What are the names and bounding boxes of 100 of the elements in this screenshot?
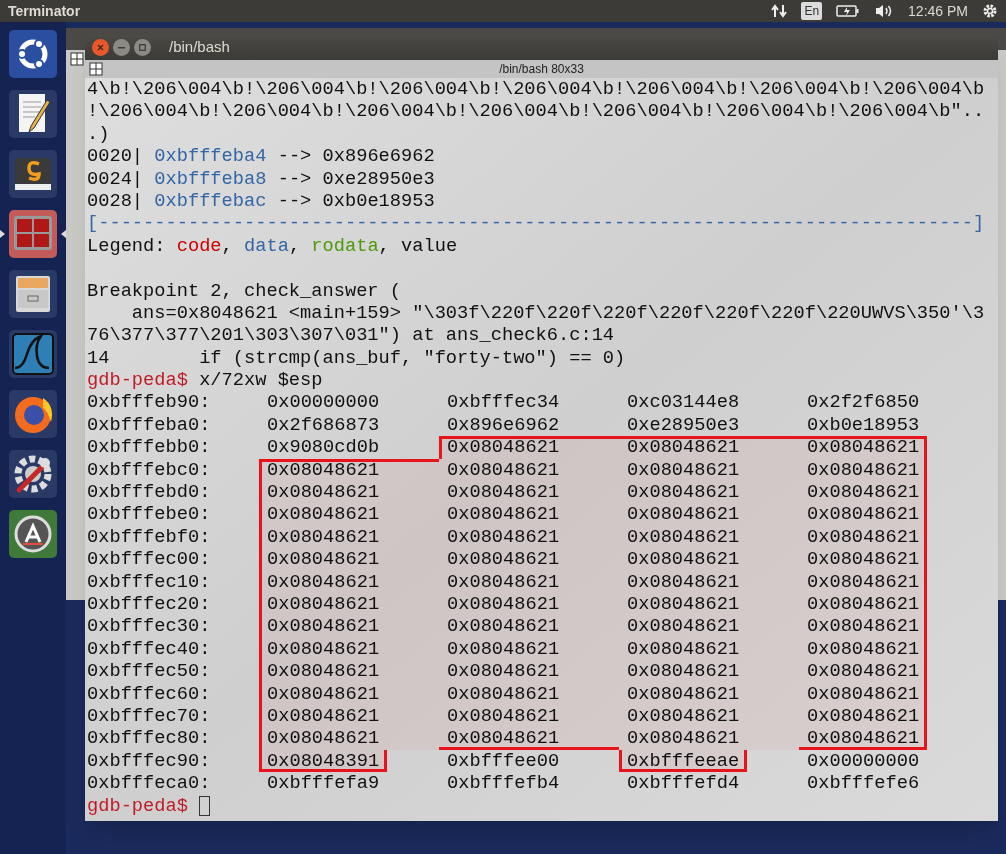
memory-value: 0x08048621: [807, 660, 920, 683]
memory-value: 0x08048621: [807, 548, 920, 571]
text-editor-icon[interactable]: [7, 88, 59, 140]
close-icon: [97, 44, 104, 51]
memory-value: 0x9080cd0b: [267, 436, 380, 459]
memory-value: 0x08048621: [267, 503, 380, 526]
memory-value: 0x08048621: [627, 525, 740, 548]
memory-address: 0xbfffeba0:: [87, 413, 212, 437]
clock[interactable]: 12:46 PM: [908, 0, 968, 22]
battery-icon[interactable]: [836, 4, 861, 18]
memory-value: 0xbfffefe6: [807, 772, 920, 795]
memory-value: 0x08048621: [627, 503, 740, 526]
memory-value: 0x08048621: [447, 525, 560, 548]
memory-value: 0x08048621: [447, 660, 560, 683]
memory-value: 0x08048621: [627, 637, 740, 660]
maximize-button[interactable]: [134, 39, 151, 56]
memory-value: 0x08048621: [447, 727, 560, 750]
terminal-grid-icon[interactable]: [7, 208, 59, 260]
memory-address: 0xbfffec60:: [87, 682, 212, 705]
memory-value: 0xbfffefa9: [267, 772, 380, 795]
memory-value: 0x08048391: [267, 749, 380, 772]
memory-value: 0x2f686873: [267, 413, 380, 436]
terminal-text: data: [244, 234, 289, 257]
text-cursor: [198, 795, 210, 816]
memory-value: 0x08048621: [267, 458, 380, 481]
terminal-text: ,: [288, 234, 302, 257]
memory-value: 0xe28950e3: [627, 413, 740, 436]
memory-value: 0x08048621: [267, 481, 380, 504]
memory-address: 0xbfffebc0:: [87, 458, 212, 482]
terminal-text: --> 0x896e6962: [276, 145, 435, 168]
memory-value: 0x08048621: [807, 570, 920, 593]
memory-value: 0x08048621: [447, 593, 560, 615]
memory-value: 0x08048621: [807, 481, 920, 504]
memory-value: 0x08048621: [447, 503, 560, 526]
window-title: /bin/bash: [169, 37, 230, 58]
memory-value: 0x08048621: [447, 570, 560, 593]
memory-address: 0xbfffec50:: [87, 660, 212, 683]
memory-value: 0x08048621: [267, 704, 380, 727]
terminal-text: 0xbfffeba4: [154, 145, 267, 168]
memory-value: 0x08048621: [267, 615, 380, 638]
memory-value: 0x08048621: [807, 525, 920, 548]
memory-value: 0x08048621: [447, 637, 560, 660]
terminal-text: .): [87, 122, 110, 145]
terminal-area[interactable]: [85, 78, 998, 821]
memory-value: 0x08048621: [627, 593, 740, 615]
memory-value: 0x08048621: [267, 570, 380, 593]
memory-value: 0x08048621: [267, 593, 380, 615]
memory-value: 0xc03144e8: [627, 391, 740, 414]
memory-value: 0x08048621: [267, 637, 380, 660]
terminal-text: --> 0xe28950e3: [276, 167, 435, 190]
terminal-text: code: [176, 234, 222, 257]
terminal-text: 14 if (strcmp(ans_buf, "forty-two") == 0): [87, 346, 626, 369]
memory-address: 0xbfffec10:: [87, 570, 212, 593]
memory-value: 0x08048621: [627, 548, 740, 571]
memory-value: 0x08048621: [447, 615, 560, 638]
close-button[interactable]: [92, 39, 109, 56]
layout-menu-icon[interactable]: [89, 62, 103, 76]
memory-value: 0x08048621: [267, 682, 380, 705]
memory-value: 0x08048621: [807, 637, 920, 660]
minimize-button[interactable]: [113, 39, 130, 56]
memory-value: 0x08048621: [627, 570, 740, 593]
memory-address: 0xbfffeca0:: [87, 772, 212, 795]
fox-globe-icon[interactable]: [7, 388, 59, 440]
memory-address: 0xbfffec80:: [87, 727, 212, 750]
layout-menu-icon[interactable]: [70, 52, 84, 66]
memory-value: 0x08048621: [447, 682, 560, 705]
memory-value: 0x08048621: [267, 727, 380, 750]
sublime-editor-icon[interactable]: [7, 148, 59, 200]
terminal-text: 0028|: [87, 189, 145, 212]
terminal-text: --> 0xb0e18953: [276, 189, 435, 212]
memory-address: 0xbfffebd0:: [87, 481, 212, 504]
memory-address: 0xbfffec00:: [87, 548, 212, 571]
gear-wrench-icon[interactable]: [7, 448, 59, 500]
memory-value: 0x08048621: [807, 503, 920, 526]
keyboard-layout-indicator[interactable]: En: [801, 2, 823, 20]
memory-value: 0x2f2f6850: [807, 391, 920, 414]
memory-value: 0xbfffefb4: [447, 772, 560, 795]
ubuntu-logo-icon[interactable]: [7, 28, 59, 80]
settings-icon[interactable]: [982, 3, 998, 19]
memory-value: 0x08048621: [627, 660, 740, 683]
memory-value: 0x08048621: [447, 458, 560, 481]
network-arrows-icon[interactable]: [771, 3, 788, 19]
memory-value: 0x08048621: [447, 481, 560, 504]
memory-value: 0x08048621: [267, 525, 380, 548]
prompt: gdb-peda$: [87, 794, 188, 817]
memory-value: 0x08048621: [267, 660, 380, 683]
terminal-text: 76\377\377\201\303\307\031") at ans_check6.c:14: [87, 324, 615, 347]
memory-value: 0x08048621: [447, 436, 560, 459]
memory-address: 0xbfffeb90:: [87, 391, 212, 414]
maximize-icon: [139, 44, 146, 51]
memory-address: 0xbfffec90:: [87, 749, 212, 773]
shark-fin-icon[interactable]: [7, 328, 59, 380]
prompt: gdb-peda$: [87, 369, 188, 392]
memory-value: 0x08048621: [807, 727, 920, 750]
memory-value: 0x08048621: [807, 458, 920, 481]
file-cabinet-icon[interactable]: [7, 268, 59, 320]
app-name: Terminator: [8, 1, 81, 21]
memory-value: 0x08048621: [627, 704, 740, 727]
terminal-title: /bin/bash 80x33: [499, 61, 584, 77]
memory-address: 0xbfffebf0:: [87, 525, 212, 549]
